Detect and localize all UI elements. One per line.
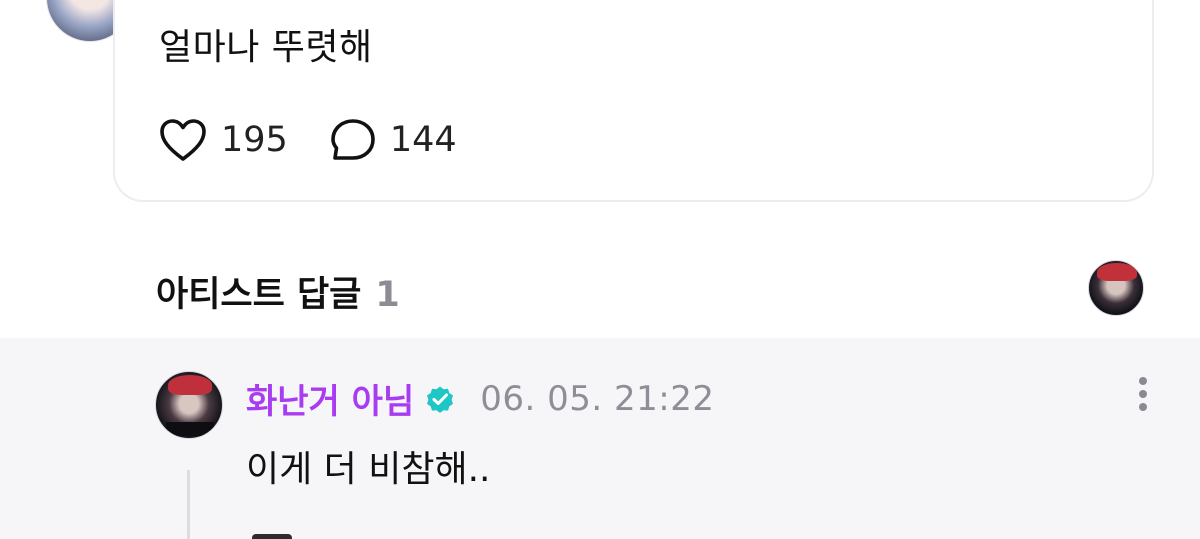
artist-replies-count: 1: [375, 275, 400, 315]
more-vertical-icon-dot: [1139, 390, 1147, 398]
post-text: 얼마나 뚜렷해: [159, 27, 373, 68]
like-count: 195: [221, 120, 288, 160]
artist-reply: 화난거 아님 06. 05. 21:22 이게 더 비참해..: [0, 338, 1200, 539]
comment-button[interactable]: 144: [330, 118, 457, 162]
reply-text: 이게 더 비참해..: [246, 449, 491, 490]
reply-timestamp: 06. 05. 21:22: [480, 378, 715, 419]
thread-line: [187, 470, 190, 539]
comment-count: 144: [389, 120, 457, 160]
reply-meta: 화난거 아님 06. 05. 21:22: [246, 374, 715, 423]
artist-replies-title: 아티스트 답글: [156, 275, 362, 315]
more-vertical-icon-dot: [1139, 403, 1147, 411]
verified-badge-icon: [427, 386, 454, 413]
like-button[interactable]: 195: [159, 118, 288, 162]
post-card: 얼마나 뚜렷해 195 144: [113, 0, 1154, 202]
reply-author-avatar[interactable]: [155, 371, 223, 439]
comment-bubble-icon: [331, 119, 375, 160]
fan-post-page: 얼마나 뚜렷해 195 144 아티스트 답글 1 화난거 아님 06. 05.…: [0, 0, 1200, 539]
reply-author-name[interactable]: 화난거 아님: [246, 374, 414, 423]
more-vertical-icon-dot: [1139, 377, 1147, 385]
artist-replies-header: 아티스트 답글 1: [156, 266, 400, 317]
more-options-button[interactable]: [1126, 374, 1160, 414]
next-item-partial: [252, 534, 292, 539]
artist-avatar[interactable]: [1088, 260, 1144, 316]
heart-icon: [160, 119, 206, 161]
post-actions: 195 144: [159, 118, 499, 162]
